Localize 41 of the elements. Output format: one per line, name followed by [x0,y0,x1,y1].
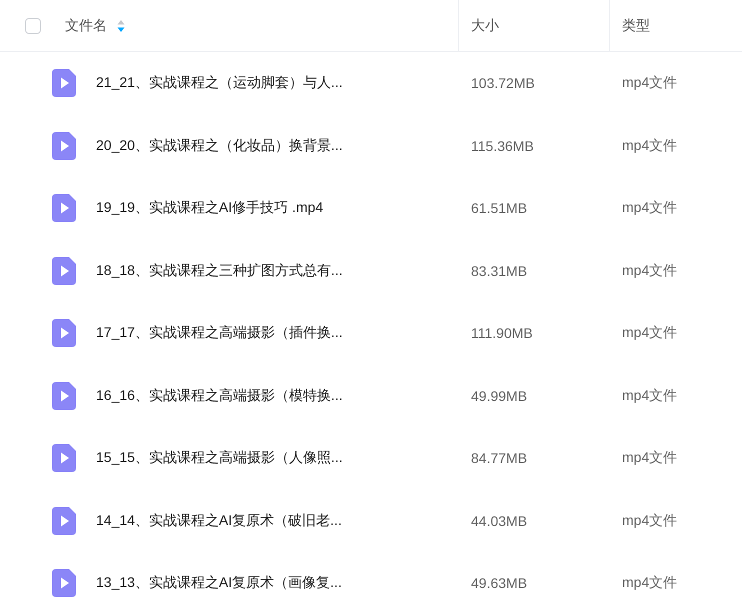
file-type: mp4文件 [622,324,678,342]
file-name[interactable]: 14_14、实战课程之AI复原术（破旧老... [96,512,342,530]
column-header[interactable]: 大小 [471,16,499,34]
file-size: 111.90MB [471,325,533,342]
file-name[interactable]: 16_16、实战课程之高端摄影（模特换... [96,386,343,405]
file-name[interactable]: 18_18、实战课程之三种扩图方式总有... [96,262,343,280]
column-header[interactable]: 文件名 [65,16,107,34]
file-type: mp4文件 [622,386,678,405]
file-type: mp4文件 [622,449,678,468]
file-size: 44.03MB [471,512,528,529]
file-name[interactable]: 17_17、实战课程之高端摄影（插件换... [96,324,343,342]
video-file-icon [52,506,76,535]
file-size: 49.63MB [471,575,528,592]
file-type: mp4文件 [622,512,678,530]
video-file-icon [52,444,76,472]
file-size: 83.31MB [471,262,528,279]
file-size: 49.99MB [471,388,528,404]
video-file-icon [52,69,76,98]
file-type: mp4文件 [622,136,678,155]
file-name[interactable]: 21_21、实战课程之（运动脚套）与人... [96,74,343,92]
video-file-icon [52,569,76,598]
file-name[interactable]: 13_13、实战课程之AI复原术（画像复... [96,574,342,592]
file-type: mp4文件 [622,574,678,592]
sort-icon[interactable] [117,18,125,32]
file-name[interactable]: 15_15、实战课程之高端摄影（人像照... [96,449,343,468]
file-size: 115.36MB [471,138,534,154]
file-name[interactable]: 20_20、实战课程之（化妆品）换背景... [96,136,343,155]
file-name[interactable]: 19_19、实战课程之AI修手技巧 .mp4 [96,199,324,218]
file-type: mp4文件 [622,262,678,280]
file-type: mp4文件 [622,199,678,218]
file-type: mp4文件 [622,74,678,92]
video-file-icon [52,256,76,285]
select-all-checkbox[interactable] [25,18,41,34]
file-size: 84.77MB [471,450,528,466]
column-header[interactable]: 类型 [622,16,650,34]
video-file-icon [52,194,76,222]
file-size: 61.51MB [471,200,528,216]
video-file-icon [52,382,76,410]
video-file-icon [52,132,76,160]
video-file-icon [52,319,76,348]
file-size: 103.72MB [471,75,535,92]
